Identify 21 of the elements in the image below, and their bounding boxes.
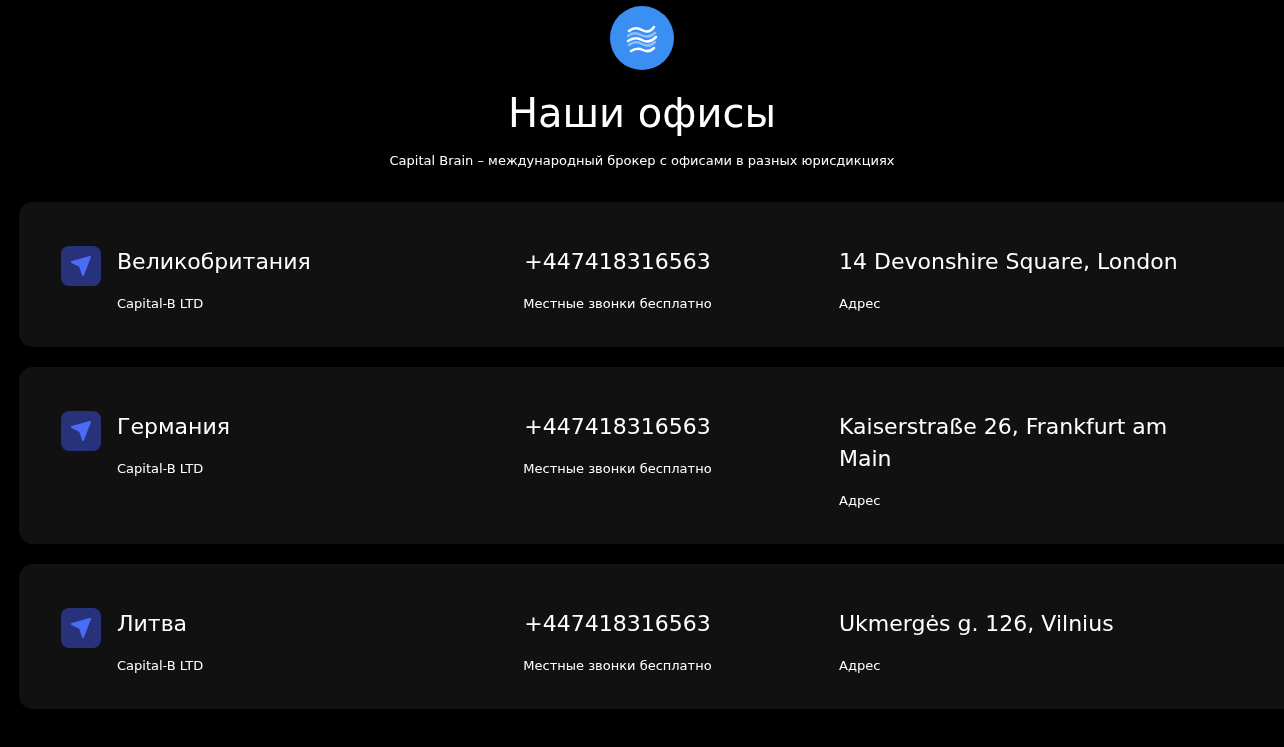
- phone-note: Местные звонки бесплатно: [523, 461, 712, 476]
- phone-note: Местные звонки бесплатно: [523, 296, 712, 311]
- waves-logo-icon: [609, 5, 675, 71]
- address-label: Адрес: [839, 493, 882, 508]
- office-address: Kaiserstraße 26, Frankfurt am Main: [839, 413, 1169, 473]
- office-address: 14 Devonshire Square, London: [839, 248, 1179, 276]
- phone-number: +447418316563: [524, 610, 711, 638]
- address-label: Адрес: [839, 658, 882, 673]
- page-title: Наши офисы: [507, 89, 777, 137]
- page-subtitle: Capital Brain – международный брокер с офисами в разных юрисдикциях: [389, 153, 895, 168]
- country-name: Литва: [117, 610, 189, 638]
- company-name: Capital-B LTD: [117, 658, 205, 673]
- office-address: Ukmergės g. 126, Vilnius: [839, 610, 1115, 638]
- phone-number: +447418316563: [524, 248, 711, 276]
- company-name: Capital-B LTD: [117, 296, 205, 311]
- company-name: Capital-B LTD: [117, 461, 205, 476]
- phone-number: +447418316563: [524, 413, 711, 441]
- country-name: Великобритания: [117, 248, 312, 276]
- address-label: Адрес: [839, 296, 882, 311]
- phone-note: Местные звонки бесплатно: [523, 658, 712, 673]
- country-name: Германия: [117, 413, 231, 441]
